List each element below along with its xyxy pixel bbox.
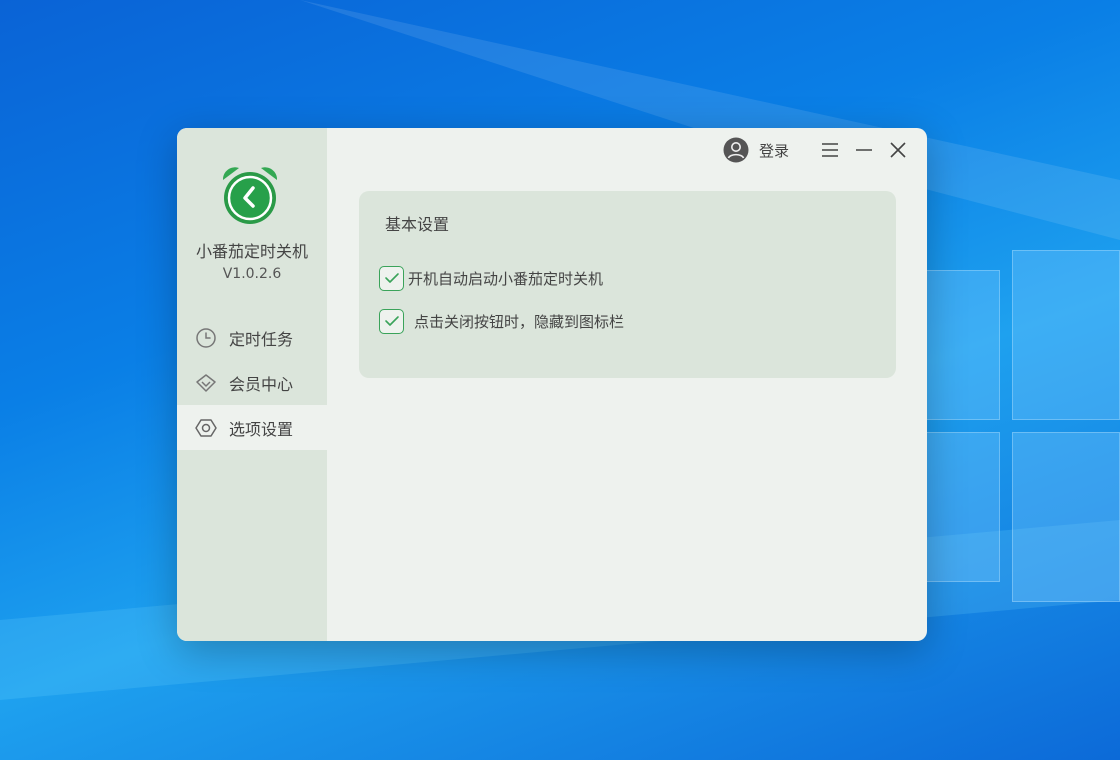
option-label: 开机自动启动小番茄定时关机 — [408, 269, 604, 288]
alarm-clock-logo — [222, 167, 278, 224]
sidebar-item-label: 会员中心 — [229, 374, 294, 394]
app-name: 小番茄定时关机 — [195, 242, 308, 261]
hide-to-tray-checkbox[interactable] — [379, 308, 404, 334]
minimize-button[interactable] — [853, 139, 875, 161]
diamond-icon — [196, 373, 216, 392]
sidebar-item-label: 选项设置 — [229, 419, 294, 439]
check-icon — [384, 316, 399, 326]
basic-settings-card: 基本设置 开机自动启动小番茄定时关机 点击关闭按钮时，隐藏到图标栏 — [359, 191, 896, 378]
login-label: 登录 — [758, 141, 789, 160]
autostart-checkbox[interactable] — [379, 265, 404, 291]
close-icon — [890, 142, 906, 158]
app-window: 小番茄定时关机 V1.0.2.6 定时任务 会员中心 选项设置 登录 基本设置 … — [177, 128, 927, 641]
windows-logo — [900, 250, 1120, 610]
sidebar: 小番茄定时关机 V1.0.2.6 定时任务 会员中心 选项设置 — [177, 128, 327, 641]
app-version: V1.0.2.6 — [222, 266, 282, 282]
login-button[interactable]: 登录 — [723, 137, 789, 163]
titlebar-controls: 登录 — [723, 136, 909, 164]
gear-icon — [195, 418, 217, 437]
option-autostart[interactable]: 开机自动启动小番茄定时关机 — [379, 265, 603, 291]
option-label: 点击关闭按钮时，隐藏到图标栏 — [414, 312, 625, 331]
close-button[interactable] — [887, 139, 909, 161]
check-icon — [384, 273, 399, 283]
option-hide-to-tray[interactable]: 点击关闭按钮时，隐藏到图标栏 — [379, 308, 624, 334]
section-title: 基本设置 — [385, 215, 450, 234]
sidebar-item-label: 定时任务 — [229, 329, 294, 349]
user-icon — [723, 137, 749, 163]
menu-button[interactable] — [819, 139, 841, 161]
sidebar-item-settings[interactable]: 选项设置 — [177, 405, 327, 450]
menu-icon — [822, 143, 838, 157]
minimize-icon — [856, 149, 872, 151]
sidebar-item-scheduled-tasks[interactable]: 定时任务 — [177, 315, 327, 360]
clock-icon — [196, 327, 216, 348]
sidebar-item-membership[interactable]: 会员中心 — [177, 360, 327, 405]
